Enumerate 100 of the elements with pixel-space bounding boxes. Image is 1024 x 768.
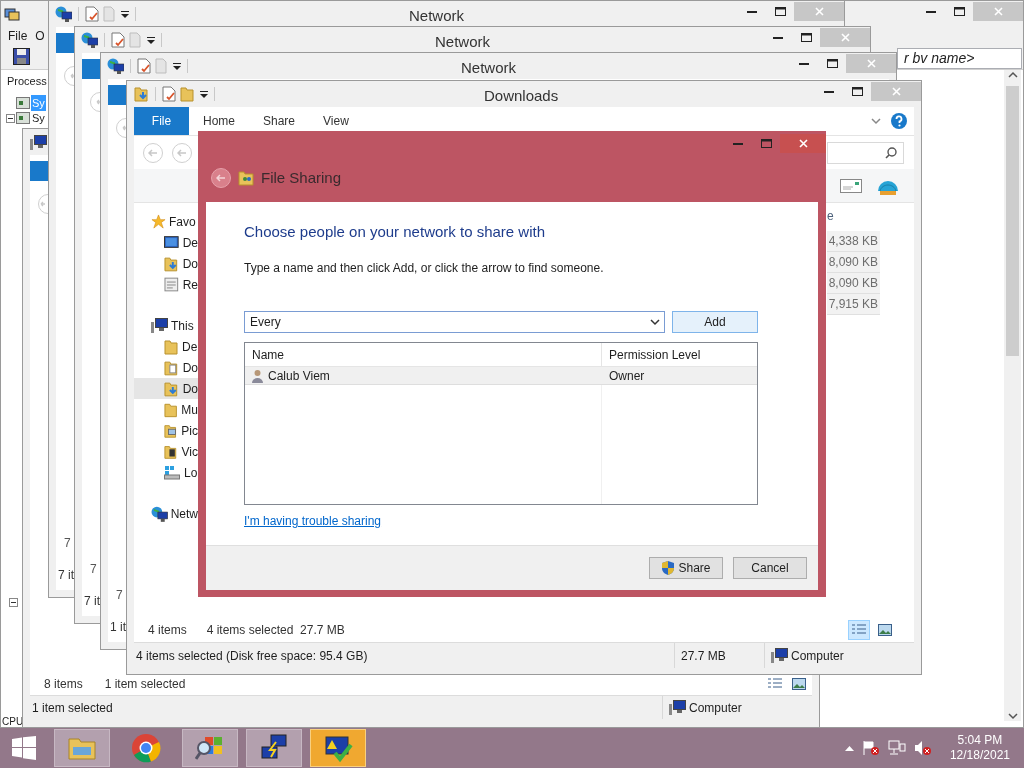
close-icon bbox=[798, 139, 808, 148]
properties-icon bbox=[85, 6, 99, 22]
back-button[interactable] bbox=[211, 168, 231, 189]
download-folder-icon bbox=[164, 255, 179, 272]
taskbar-button[interactable] bbox=[182, 729, 238, 767]
image-icon bbox=[878, 624, 892, 636]
close-button[interactable] bbox=[780, 134, 826, 153]
app-icon bbox=[4, 6, 20, 22]
document-icon bbox=[155, 58, 167, 74]
list-icon bbox=[852, 624, 866, 636]
filter-field[interactable]: r bv name> bbox=[897, 48, 1022, 69]
status-text: 4 items selected 27.7 MB bbox=[206, 622, 345, 639]
back-button[interactable] bbox=[90, 92, 100, 112]
ribbon-tab[interactable]: Home bbox=[189, 107, 249, 135]
scroll-down-icon bbox=[1007, 711, 1018, 721]
minimize-icon bbox=[824, 90, 834, 93]
nav-item[interactable]: Do bbox=[134, 378, 198, 399]
collapse-icon bbox=[9, 597, 18, 607]
back-button[interactable] bbox=[64, 66, 74, 86]
status-text: 1 item selected bbox=[31, 699, 113, 717]
clock-time: 5:04 PM bbox=[957, 733, 1003, 748]
status-text: 4 items selected (Disk free space: 95.4 GB) bbox=[135, 647, 368, 665]
nav-item[interactable]: This bbox=[134, 315, 198, 336]
nav-item[interactable]: Pic bbox=[134, 420, 198, 441]
close-icon bbox=[840, 33, 850, 42]
back-button[interactable] bbox=[143, 142, 163, 163]
window-title: Downloads bbox=[484, 86, 559, 106]
dropdown-icon bbox=[200, 90, 208, 98]
muted-speaker-icon bbox=[913, 740, 932, 756]
nav-item[interactable]: De bbox=[134, 232, 198, 253]
image-icon bbox=[792, 678, 806, 690]
share-button[interactable]: Share bbox=[649, 557, 723, 579]
download-folder-icon bbox=[134, 86, 149, 102]
arrow-icon bbox=[216, 174, 226, 183]
back-button[interactable] bbox=[116, 118, 126, 138]
forward-button[interactable] bbox=[172, 142, 192, 163]
ribbon-tab[interactable]: Share bbox=[249, 107, 310, 135]
cancel-button[interactable]: Cancel bbox=[733, 557, 807, 579]
ribbon-tab[interactable]: File bbox=[134, 107, 189, 135]
document-icon bbox=[129, 32, 141, 48]
minimize-icon bbox=[747, 10, 757, 13]
warning-check-icon bbox=[323, 733, 353, 763]
download-folder-icon bbox=[164, 380, 179, 397]
minimize-icon bbox=[733, 142, 743, 145]
nav-item[interactable]: Mu bbox=[134, 399, 198, 420]
ribbon-tab[interactable]: View bbox=[309, 107, 363, 135]
help-icon bbox=[891, 113, 907, 129]
list-row[interactable]: Calub Viem Owner bbox=[245, 367, 757, 385]
pictures-folder-icon bbox=[164, 422, 178, 439]
save-icon bbox=[13, 48, 30, 65]
nav-item[interactable]: Do bbox=[134, 357, 198, 378]
tree-item[interactable]: Sy bbox=[31, 109, 46, 127]
add-button[interactable]: Add bbox=[672, 311, 758, 333]
table-cell: 4,338 KB bbox=[827, 231, 880, 252]
help-link[interactable]: I'm having trouble sharing bbox=[244, 512, 382, 530]
status-text: 7 it bbox=[84, 593, 100, 610]
dropdown-icon bbox=[147, 36, 155, 44]
menu-item[interactable]: O bbox=[35, 26, 45, 45]
shield-icon bbox=[661, 560, 676, 576]
nav-item[interactable]: Lo bbox=[134, 462, 198, 483]
nav-item[interactable]: De bbox=[134, 336, 198, 357]
nav-item[interactable]: Vic bbox=[134, 441, 198, 462]
window-title: Network bbox=[409, 6, 464, 26]
column-header: e bbox=[827, 208, 835, 225]
table-cell: 8,090 KB bbox=[827, 273, 880, 294]
computer-icon bbox=[151, 318, 168, 333]
search-icon bbox=[885, 146, 897, 159]
disk-drive-icon bbox=[164, 465, 180, 480]
star-icon bbox=[151, 214, 166, 229]
network-icon bbox=[887, 740, 906, 756]
nav-item[interactable]: Re bbox=[134, 274, 198, 295]
menu-item[interactable]: File bbox=[8, 26, 28, 45]
search-field[interactable] bbox=[827, 141, 904, 164]
status-text: 1 item selected bbox=[104, 676, 186, 693]
taskbar-button[interactable] bbox=[310, 729, 366, 767]
nav-item[interactable]: Netw bbox=[134, 503, 198, 524]
instruction-text: Type a name and then click Add, or click the arrow to find someone. bbox=[244, 260, 605, 277]
scrollbar-thumb[interactable] bbox=[1006, 86, 1019, 356]
maximize-icon bbox=[800, 33, 812, 42]
windows-icon bbox=[12, 736, 36, 760]
dropdown-icon bbox=[173, 62, 181, 70]
close-icon bbox=[891, 87, 901, 96]
table-cell-text: Calub Viem bbox=[268, 367, 330, 385]
list-icon bbox=[768, 678, 782, 690]
column-header: Name bbox=[245, 343, 602, 366]
maximize-icon bbox=[774, 7, 786, 16]
nav-item[interactable]: Favo bbox=[134, 211, 198, 232]
nav-item[interactable]: Do bbox=[134, 253, 198, 274]
table-cell: 7,915 KB bbox=[827, 294, 880, 315]
network-icon bbox=[151, 505, 168, 522]
process-icon bbox=[16, 112, 30, 124]
chevron-up-icon bbox=[844, 745, 854, 751]
status-text: Computer bbox=[689, 699, 742, 717]
table-cell-text: Owner bbox=[609, 367, 645, 385]
desktop-icon bbox=[164, 236, 179, 249]
videos-folder-icon bbox=[164, 443, 178, 460]
window-title: Network bbox=[435, 32, 490, 52]
taskbar-button[interactable] bbox=[246, 729, 302, 767]
folder-icon bbox=[180, 86, 194, 102]
column-header: Process bbox=[7, 74, 47, 89]
